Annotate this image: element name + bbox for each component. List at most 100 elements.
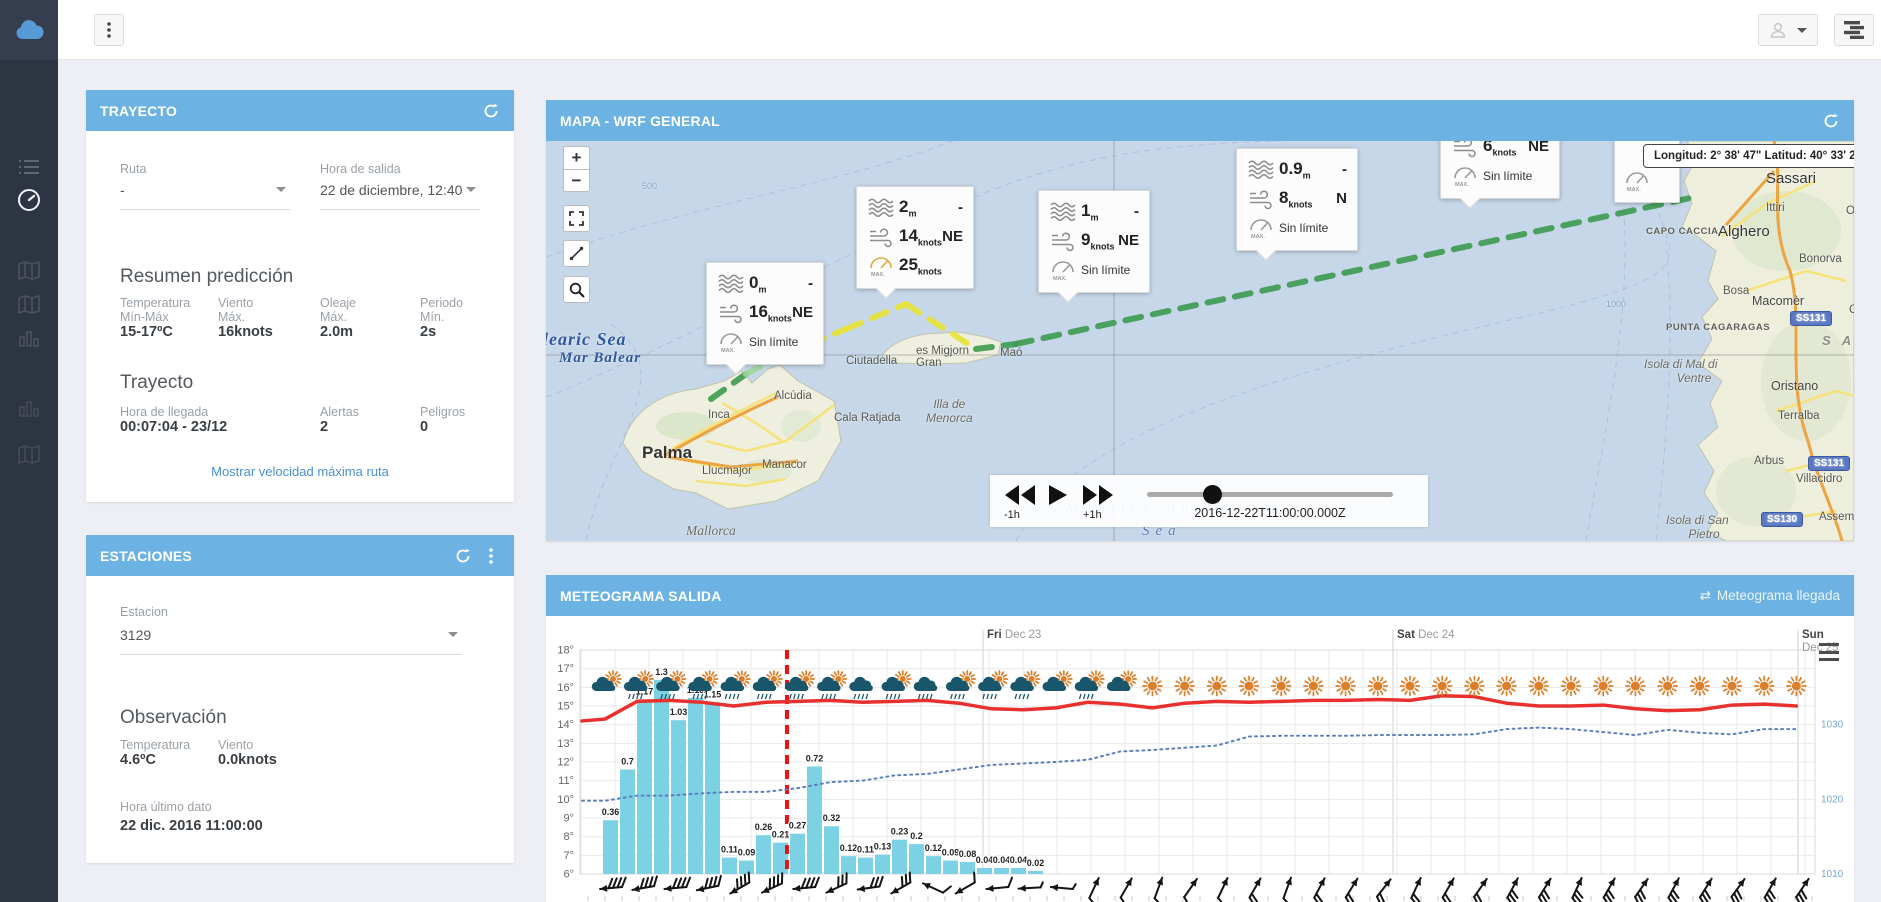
map-label: Mallorca	[686, 523, 736, 539]
coordinates-text: Longitud: 2° 38' 47" Latitud: 40° 33' 20…	[1654, 150, 1854, 162]
resumen-col: Periodo Mín. 2s	[420, 296, 486, 340]
col-value: 16knots	[218, 324, 320, 340]
map-label: Manacor	[762, 459, 807, 471]
svg-text:11°: 11°	[558, 775, 574, 787]
col-label: Alertas	[320, 405, 420, 419]
map-label: Palma	[642, 443, 692, 463]
sidebar	[0, 0, 58, 902]
right-panel-toggle-button[interactable]	[1834, 14, 1874, 46]
map-label: Assemini	[1819, 511, 1854, 523]
col-sublabel: Mín.	[420, 310, 486, 324]
svg-text:10°: 10°	[557, 794, 574, 806]
map-measure-button[interactable]	[563, 240, 590, 267]
col-value: 2	[320, 419, 420, 435]
map-canvas[interactable]: + − Longitud: 2° 38' 47" Latitud: 40° 33…	[546, 141, 1854, 541]
col-label: Peligros	[420, 405, 486, 419]
svg-text:MAX.: MAX.	[871, 272, 885, 277]
svg-text:0.02: 0.02	[1027, 858, 1045, 868]
sidebar-item-charts-1[interactable]	[17, 326, 41, 350]
svg-text:1010: 1010	[1821, 869, 1844, 880]
refresh-button[interactable]	[482, 102, 500, 120]
show-max-speed-link[interactable]: Mostrar velocidad máxima ruta	[211, 464, 389, 479]
map-label: Ciutadella	[846, 355, 897, 367]
svg-text:Fri Dec 23: Fri Dec 23	[987, 629, 1041, 641]
popup-value: 14knots	[899, 226, 942, 247]
panel-menu-button[interactable]	[482, 547, 500, 565]
resumen-heading: Resumen predicción	[120, 266, 293, 288]
waves-icon	[1247, 160, 1277, 180]
svg-text:0.13: 0.13	[874, 842, 892, 852]
max-gauge-icon: MAX.	[867, 255, 897, 277]
refresh-button[interactable]	[1822, 112, 1840, 130]
map-zoom-out-button[interactable]: −	[563, 169, 590, 192]
bar-chart-icon	[19, 329, 39, 347]
timeline-play-button[interactable]	[1046, 483, 1068, 507]
max-row: MAX.Sin límite	[715, 327, 813, 356]
chevron-down-icon	[276, 187, 286, 192]
timeline-knob[interactable]	[1203, 485, 1222, 504]
col-label: Oleaje	[320, 296, 420, 310]
svg-text:0.12: 0.12	[925, 843, 943, 853]
map-label: es Migjorn Gran	[916, 345, 969, 369]
svg-text:0.09: 0.09	[942, 848, 960, 858]
estaciones-panel-header: ESTACIONES	[86, 535, 514, 576]
hora-dato-label: Hora último dato	[120, 800, 212, 814]
hora-salida-value: 22 de diciembre, 12:40	[320, 182, 462, 198]
meteogram-chart[interactable]: 0.360.71.171.31.031.181.150.110.090.260.…	[546, 616, 1854, 902]
col-label: Viento	[218, 296, 320, 310]
max-gauge-icon: MAX.	[717, 331, 747, 353]
sidebar-item-map-2[interactable]	[17, 292, 41, 316]
sidebar-item-map-1[interactable]	[17, 258, 41, 282]
timeline-track[interactable]	[1147, 492, 1393, 497]
svg-text:15°: 15°	[557, 701, 574, 713]
popup-direction: -	[958, 199, 963, 216]
chart-context-menu-button[interactable]	[1816, 641, 1842, 663]
popup-value: 0m	[749, 273, 801, 294]
weather-popup: 1m-9knotsNEMAX.Sin límite	[1038, 190, 1150, 293]
max-row: MAX.25knots	[865, 251, 963, 280]
sidebar-item-map-3[interactable]	[17, 442, 41, 466]
refresh-button[interactable]	[454, 547, 472, 565]
col-label: Temperatura	[120, 738, 218, 752]
refresh-icon	[1823, 113, 1839, 129]
map-label: Inca	[708, 409, 730, 421]
popup-limit-text: Sin límite	[1483, 169, 1532, 183]
estaciones-panel: ESTACIONES Estacion 3129 Observación Tem…	[86, 535, 514, 863]
svg-text:0.21: 0.21	[772, 830, 790, 840]
map-label: Ittiri	[1766, 202, 1785, 214]
svg-text:14°: 14°	[557, 719, 574, 731]
max-gauge-icon: MAX.	[1623, 170, 1653, 192]
user-menu-button[interactable]	[1758, 14, 1818, 46]
map-extent-button[interactable]	[563, 205, 590, 232]
ruta-select[interactable]: -	[120, 182, 290, 210]
timeline-forward-button[interactable]	[1080, 483, 1116, 507]
estacion-select[interactable]: 3129	[120, 627, 462, 655]
refresh-icon	[483, 103, 499, 119]
timeline-back-button[interactable]	[1002, 483, 1038, 507]
weather-popup: 6knotsNEMAX.Sin límite	[1440, 141, 1560, 199]
svg-text:0.26: 0.26	[755, 822, 773, 832]
popup-value: 9knots	[1081, 230, 1118, 251]
panel-title: METEOGRAMA SALIDA	[560, 588, 722, 604]
wind-icon	[1452, 141, 1480, 158]
map-zoom-in-button[interactable]: +	[563, 146, 590, 169]
sidebar-item-charts-2[interactable]	[17, 396, 41, 420]
col-value: 2.0m	[320, 324, 420, 340]
svg-text:1.03: 1.03	[670, 707, 688, 717]
app-logo[interactable]	[0, 0, 58, 60]
sidebar-item-list[interactable]	[17, 155, 41, 179]
zoom-in-icon: +	[572, 148, 582, 168]
sidebar-item-dashboard[interactable]	[17, 188, 41, 212]
map-icon	[18, 295, 40, 314]
popup-direction: NE	[1118, 232, 1139, 249]
meteogram-llegada-link[interactable]: ⇄ Meteograma llegada	[1700, 588, 1840, 604]
popup-value: 6knots	[1483, 141, 1528, 157]
refresh-icon	[455, 548, 471, 564]
svg-text:1.3: 1.3	[655, 667, 668, 677]
map-label: Llucmajor	[702, 465, 752, 477]
meteogram-llegada-label: Meteograma llegada	[1717, 588, 1840, 603]
map-search-button[interactable]	[563, 276, 590, 303]
hora-salida-select[interactable]: 22 de diciembre, 12:40	[320, 182, 480, 210]
sidebar-toggle-button[interactable]	[94, 14, 124, 46]
wind-row: 8knotsN	[1245, 184, 1347, 213]
